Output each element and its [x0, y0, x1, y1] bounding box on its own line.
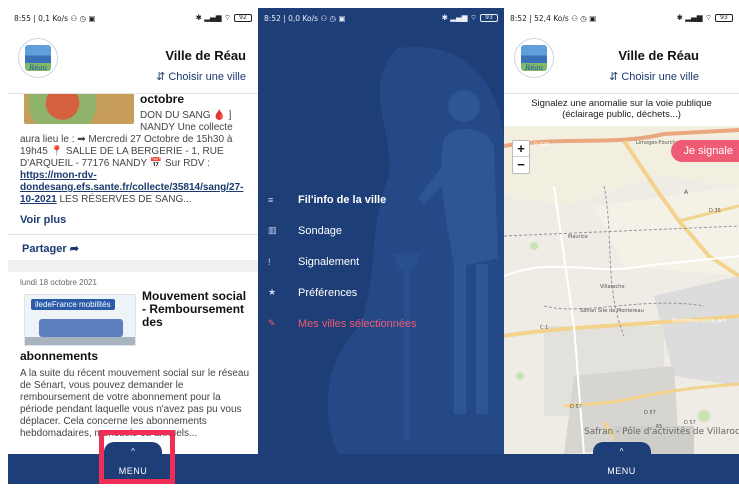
chevron-up-icon: ^ [131, 447, 135, 456]
app-header: Réau Ville de Réau ⇵ Choisir une ville [8, 28, 258, 94]
pencil-icon: ✎ [268, 318, 276, 328]
map-label: C 1 [540, 325, 548, 331]
menu-item-report[interactable]: ! Signalement [268, 246, 498, 277]
choose-city-link[interactable]: ⇵ Choisir une ville [609, 70, 699, 83]
menu-item-label: Sondage [298, 224, 343, 237]
post-excerpt-text: aura lieu le : ➡ Mercredi 27 Octobre de … [20, 134, 233, 169]
zoom-control: + − [512, 140, 530, 174]
map-label: Safran - Pôle d'activités de Villaroche [584, 426, 739, 437]
map-label: Villaroche [600, 284, 625, 290]
zoom-out-button[interactable]: − [513, 157, 529, 173]
city-logo[interactable]: Réau [514, 38, 554, 78]
choose-city-link[interactable]: ⇵ Choisir une ville [156, 70, 246, 83]
transport-image[interactable]: iledeFrance mobilités [24, 294, 136, 346]
share-button[interactable]: Partager ➦ [22, 242, 79, 255]
status-right: ✱ ▂▄▆ ⌔ 92 [196, 13, 252, 23]
city-name: Ville de Réau [165, 48, 246, 63]
chevron-up-icon: ^ [619, 447, 624, 456]
city-logo[interactable]: Réau [18, 38, 58, 78]
status-right: ✱ ▂▄▆ ⌔ 93 [442, 13, 498, 23]
status-right: ✱ ▂▄▆ ⌔ 93 [677, 13, 733, 23]
menu-button[interactable]: ^ MENU [104, 442, 162, 484]
report-instructions: Signalez une anomalie sur la voie publiq… [531, 98, 712, 120]
post-title[interactable]: Mouvement social - Remboursement des [142, 290, 252, 329]
see-more-link[interactable]: Voir plus [20, 214, 66, 226]
menu-item-label: Préférences [298, 286, 358, 299]
battery-icon: 93 [715, 14, 733, 22]
map-label: D 57 [684, 420, 696, 426]
status-time: 8:52 [510, 13, 527, 23]
map-label: D 57 [644, 410, 656, 416]
screen-navigation-drawer: 8:52 | 0,0 Ko/s ⚇ ◷ ▣ ✱ ▂▄▆ ⌔ 93 ≡ Fil'in… [258, 8, 504, 484]
post-separator [8, 260, 258, 272]
screen-report-map: 8:52 | 52,4 Ko/s ⚇ ◷ ▣ ✱ ▂▄▆ ⌔ 93 Réau V… [504, 8, 739, 484]
divider [8, 234, 258, 235]
status-bar: 8:55 | 0,1 Ko/s ⚇ ◷ ▣ ✱ ▂▄▆ ⌔ 92 [8, 8, 258, 28]
menu-item-label: Mes villes sélectionnées [298, 317, 417, 330]
exclamation-icon: ! [268, 256, 271, 267]
report-button[interactable]: Je signale [671, 140, 739, 162]
menu-label: MENU [118, 466, 148, 476]
screen-news-feed: 8:55 | 0,1 Ko/s ⚇ ◷ ▣ ✱ ▂▄▆ ⌔ 92 Réau Vi… [8, 8, 258, 484]
city-name: Ville de Réau [618, 48, 699, 63]
news-feed[interactable]: octobre DON DU SANG 🩸 ] NANDY Une collec… [8, 94, 258, 454]
app-header: Réau Ville de Réau ⇵ Choisir une ville [504, 28, 739, 94]
status-left: 8:52 | 52,4 Ko/s ⚇ ◷ ▣ [510, 13, 597, 23]
battery-icon: 92 [234, 14, 252, 22]
map-label: D 57 [570, 404, 582, 410]
menu-item-preferences[interactable]: ★ Préférences [268, 277, 498, 308]
menu-item-news[interactable]: ≡ Fil'info de la ville [268, 184, 498, 215]
post-excerpt-side: DON DU SANG 🩸 ] NANDY Une collecte [140, 110, 233, 133]
bottom-menu-bar: ^ MENU [504, 442, 739, 484]
drawer-menu: ≡ Fil'info de la ville ▥ Sondage ! Signalem… [268, 184, 498, 339]
map-view[interactable]: Limoges-Fourches D 619 A D 35 Maurice Vi… [504, 126, 739, 454]
road-illustration [25, 337, 135, 345]
menu-item-label: Fil'info de la ville [298, 193, 387, 206]
menu-item-label: Signalement [298, 255, 360, 268]
idf-mobilites-logo: iledeFrance mobilités [31, 299, 115, 310]
menu-label: MENU [607, 466, 636, 476]
status-left: 8:52 | 0,0 Ko/s ⚇ ◷ ▣ [264, 13, 346, 23]
status-time: 8:55 [14, 13, 31, 23]
map-label: Maurice [568, 234, 588, 240]
blood-donation-image[interactable] [24, 94, 134, 124]
status-speed: 0,0 Ko/s [288, 13, 319, 23]
post-title[interactable]: octobre [140, 94, 184, 106]
post-title-continued[interactable]: abonnements [20, 349, 98, 363]
battery-icon: 93 [480, 14, 498, 22]
zoom-in-button[interactable]: + [513, 141, 529, 157]
post-excerpt: A la suite du récent mouvement social su… [20, 368, 250, 439]
map-label: D 619 [534, 142, 549, 148]
menu-item-my-cities[interactable]: ✎ Mes villes sélectionnées [268, 308, 498, 339]
list-icon: ≡ [268, 194, 274, 205]
star-icon: ★ [268, 287, 277, 297]
post-excerpt: aura lieu le : ➡ Mercredi 27 Octobre de … [20, 134, 250, 206]
bottom-menu-bar [258, 454, 504, 484]
status-speed: 0,1 Ko/s [38, 13, 69, 23]
bus-illustration [39, 319, 123, 337]
status-left: 8:55 | 0,1 Ko/s ⚇ ◷ ▣ [14, 13, 96, 23]
menu-item-survey[interactable]: ▥ Sondage [268, 215, 498, 246]
map-label: Montereau-sur-le-Jard [672, 318, 726, 324]
status-speed: 52,4 Ko/s [534, 13, 569, 23]
comparison-stage: 8:55 | 0,1 Ko/s ⚇ ◷ ▣ ✱ ▂▄▆ ⌔ 92 Réau Vi… [0, 0, 739, 499]
menu-button[interactable]: ^ MENU [592, 442, 651, 484]
map-canvas[interactable]: Limoges-Fourches D 619 A D 35 Maurice Vi… [504, 126, 739, 454]
status-bar: 8:52 | 0,0 Ko/s ⚇ ◷ ▣ ✱ ▂▄▆ ⌔ 93 [258, 8, 504, 28]
post-date: lundi 18 octobre 2021 [20, 278, 97, 287]
map-label: Safran Site de Montereau [580, 308, 644, 314]
logo-text: Réau [28, 64, 48, 72]
logo-text: Réau [524, 64, 544, 72]
bottom-menu-bar: ^ MENU [8, 442, 258, 484]
post-excerpt-end: LES RÉSERVES DE SANG... [56, 194, 192, 205]
status-bar: 8:52 | 52,4 Ko/s ⚇ ◷ ▣ ✱ ▂▄▆ ⌔ 93 [504, 8, 739, 28]
status-time: 8:52 [264, 13, 281, 23]
chart-icon: ▥ [268, 225, 277, 235]
map-label: D 35 [709, 208, 721, 214]
